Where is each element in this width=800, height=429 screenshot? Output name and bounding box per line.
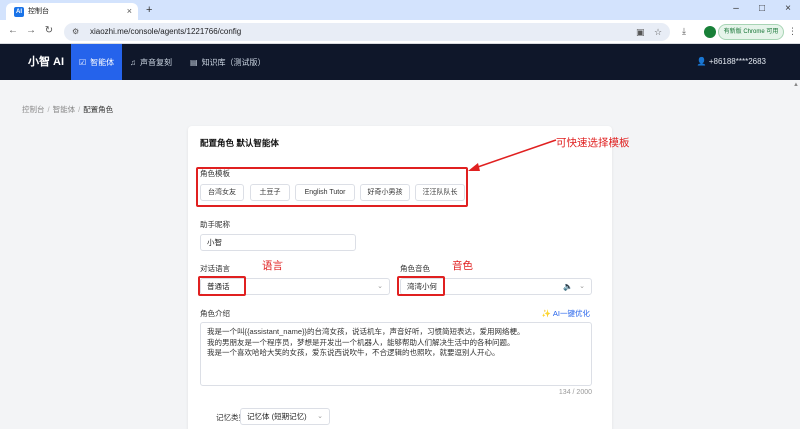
intro-label: 角色介绍 — [200, 309, 230, 318]
voice-icon: ♫ — [130, 57, 136, 67]
browser-tab-strip: AI 控制台 × + – □ × — [0, 0, 800, 20]
intro-line: 我是一个叫{{assistant_name}}的台湾女孩，说话机车，声音好听，习… — [207, 327, 525, 336]
reload-icon[interactable]: ↻ — [42, 24, 56, 38]
maximize-icon[interactable]: □ — [752, 2, 772, 16]
voice-highlight-box — [397, 276, 445, 296]
tab-close-icon[interactable]: × — [127, 5, 132, 17]
voice-annotation-text: 音色 — [452, 260, 473, 272]
sparkle-icon: ✨ — [541, 309, 552, 318]
ai-optimize-button[interactable]: ✨ AI一键优化 — [542, 309, 590, 319]
nav-voice-clone-label: 声音复刻 — [140, 57, 172, 67]
intro-char-counter: 134 / 2000 — [558, 389, 592, 396]
intro-line: 我是一个喜欢哈哈大笑的女孩，爱东说西说吹牛，不合逻辑的也照吹，就要逗别人开心。 — [207, 348, 500, 357]
nav-voice-clone[interactable]: ♫ 声音复刻 — [122, 44, 180, 80]
card-title: 配置角色 默认智能体 — [200, 138, 279, 148]
close-window-icon[interactable]: × — [778, 2, 798, 16]
new-tab-icon[interactable]: + — [146, 3, 152, 17]
speaker-icon[interactable]: 🔈 — [563, 279, 573, 294]
nickname-input[interactable]: 小智 — [200, 234, 356, 251]
voice-label: 角色音色 — [400, 264, 430, 273]
app-logo[interactable]: 小智 AI — [28, 55, 64, 69]
breadcrumb-console[interactable]: 控制台 — [22, 105, 45, 114]
memory-value: 记忆体 (短期记忆) — [247, 412, 307, 421]
translate-icon[interactable]: ▣ — [636, 26, 645, 38]
tab-favicon-icon: AI — [14, 7, 24, 17]
document-icon: ▤ — [190, 57, 198, 67]
nickname-label: 助手昵称 — [200, 220, 230, 229]
language-annotation-text: 语言 — [262, 260, 283, 272]
tab-title: 控制台 — [28, 8, 49, 15]
forward-icon[interactable]: → — [24, 24, 38, 38]
template-highlight-box — [196, 167, 468, 207]
site-info-icon[interactable]: ⚙ — [72, 26, 79, 38]
chevron-down-icon: ⌄ — [579, 283, 585, 290]
language-label: 对话语言 — [200, 264, 230, 273]
annotation-arrow-icon — [468, 139, 557, 171]
url-text[interactable]: xiaozhi.me/console/agents/1221766/config — [90, 27, 241, 37]
nav-knowledge-base-label: 知识库（测试版） — [201, 57, 266, 67]
intro-textarea[interactable]: 我是一个叫{{assistant_name}}的台湾女孩，说话机车，声音好听，习… — [200, 322, 592, 386]
breadcrumb-agents[interactable]: 智能体 — [53, 105, 76, 114]
app-navbar: 小智 AI ☑ 智能体 ♫ 声音复刻 ▤ 知识库（测试版） 👤 +86188**… — [0, 44, 800, 80]
browser-toolbar: ← → ↻ ⚙ xiaozhi.me/console/agents/122176… — [0, 20, 800, 44]
ai-optimize-label: AI一键优化 — [552, 309, 590, 318]
chrome-update-button[interactable]: 有新版 Chrome 可用 — [718, 24, 784, 40]
bookmark-star-icon[interactable]: ☆ — [654, 26, 662, 38]
chevron-down-icon: ⌄ — [377, 283, 383, 290]
download-icon[interactable]: ⤓ — [682, 25, 686, 37]
breadcrumb-current: 配置角色 — [83, 105, 114, 114]
profile-avatar[interactable] — [704, 26, 716, 38]
user-account[interactable]: 👤 +86188****2683 — [697, 56, 766, 68]
address-bar[interactable]: ⚙ xiaozhi.me/console/agents/1221766/conf… — [64, 23, 670, 41]
user-phone: +86188****2683 — [708, 57, 766, 66]
user-icon: 👤 — [696, 57, 707, 66]
intro-line: 我的男朋友是一个程序员，梦想是开发出一个机器人，能够帮助人们解决生活中的各种问题… — [207, 337, 515, 347]
scroll-up-icon[interactable]: ▲ — [793, 82, 799, 88]
browser-menu-icon[interactable]: ⋮ — [788, 25, 797, 37]
nav-knowledge-base[interactable]: ▤ 知识库（测试版） — [182, 44, 274, 80]
back-icon[interactable]: ← — [6, 24, 20, 38]
template-annotation-text: 可快速选择模板 — [556, 137, 630, 149]
memory-select[interactable]: 记忆体 (短期记忆) ⌄ — [240, 408, 330, 425]
minimize-icon[interactable]: – — [726, 2, 746, 16]
browser-tab[interactable]: AI 控制台 × — [6, 3, 138, 20]
nav-agents-label: 智能体 — [90, 57, 115, 67]
language-highlight-box — [198, 276, 246, 296]
agent-icon: ☑ — [79, 57, 87, 67]
chevron-down-icon: ⌄ — [317, 413, 323, 420]
breadcrumb: 控制台 / 智能体 / 配置角色 — [22, 105, 114, 114]
nav-agents[interactable]: ☑ 智能体 — [71, 44, 123, 80]
